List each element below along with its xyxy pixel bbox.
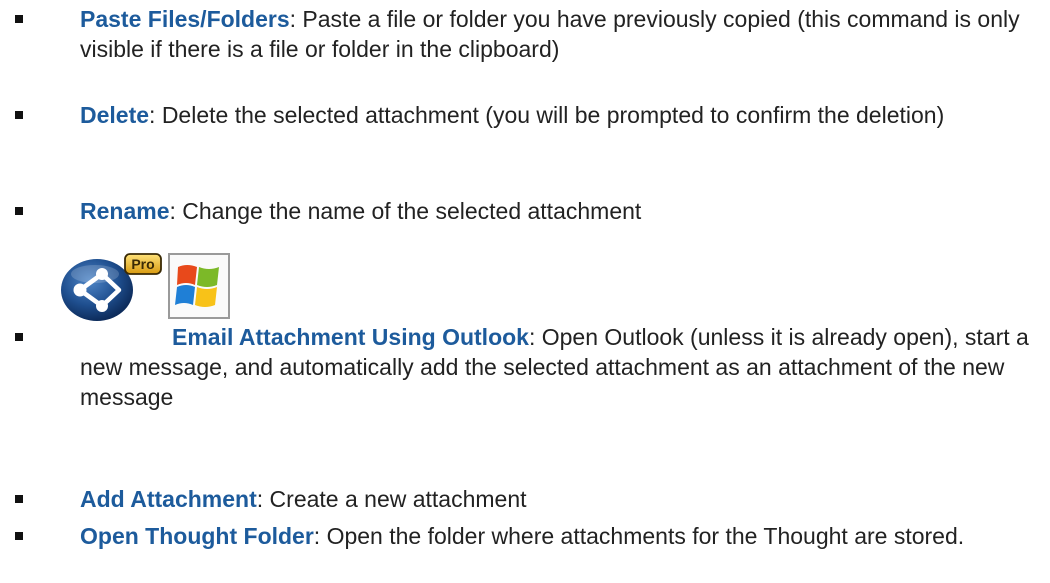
term-email-attachment: Email Attachment Using Outlook bbox=[172, 324, 529, 350]
list-item-rename: Rename: Change the name of the selected … bbox=[15, 196, 1040, 226]
list-item-add-attachment: Add Attachment: Create a new attachment bbox=[15, 484, 1040, 514]
description-delete: : Delete the selected attachment (you wi… bbox=[149, 102, 945, 128]
description-rename: : Change the name of the selected attach… bbox=[169, 198, 642, 224]
icons-row: Pro bbox=[61, 252, 1040, 322]
list-item-paste: Paste Files/Folders: Paste a file or fol… bbox=[15, 4, 1040, 64]
term-paste-files-folders: Paste Files/Folders bbox=[80, 6, 290, 32]
windows-logo-icon bbox=[168, 253, 230, 319]
description-open-thought-folder: : Open the folder where attachments for … bbox=[313, 523, 965, 549]
email-first-line: Email Attachment Using Outlook: Open Out… bbox=[15, 322, 1040, 412]
bullet-icon bbox=[15, 15, 23, 23]
thebrain-pro-logo-icon: Pro bbox=[61, 253, 162, 321]
term-open-thought-folder: Open Thought Folder bbox=[80, 523, 314, 549]
list-item-delete: Delete: Delete the selected attachment (… bbox=[15, 100, 1040, 130]
bullet-icon bbox=[15, 111, 23, 119]
term-rename: Rename bbox=[80, 198, 170, 224]
list-item-open-thought-folder: Open Thought Folder: Open the folder whe… bbox=[15, 521, 1040, 551]
description-add-attachment: : Create a new attachment bbox=[256, 486, 527, 512]
bullet-icon bbox=[15, 495, 23, 503]
bullet-icon bbox=[15, 207, 23, 215]
bullet-icon bbox=[15, 333, 23, 341]
term-add-attachment: Add Attachment bbox=[80, 486, 257, 512]
bullet-icon bbox=[15, 532, 23, 540]
term-delete: Delete bbox=[80, 102, 150, 128]
document-page: Paste Files/Folders: Paste a file or fol… bbox=[0, 0, 1050, 583]
list-item-email-attachment: Pro Email Attachment Using Outlook: Open… bbox=[15, 252, 1040, 412]
pro-badge-text: Pro bbox=[131, 256, 154, 272]
